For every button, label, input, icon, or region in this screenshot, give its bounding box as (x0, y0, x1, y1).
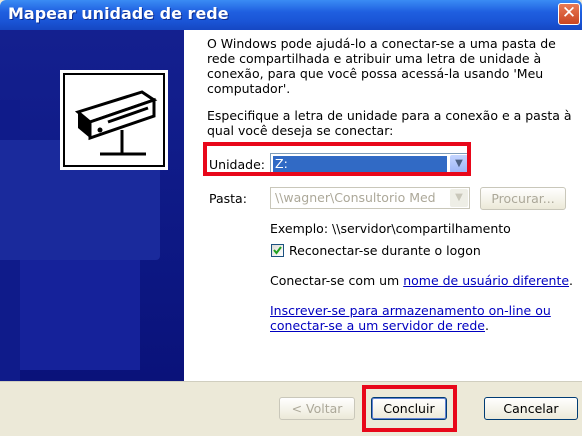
reconnect-label[interactable]: Reconectar-se durante o logon (289, 243, 481, 258)
checkmark-icon (273, 246, 282, 255)
connect-as-prefix: Conectar-se com um (270, 273, 404, 288)
intro-text-line: O Windows pode ajudá-lo a conectar-se a … (207, 36, 556, 51)
instruction-text-line: qual você deseja se conectar: (207, 123, 394, 138)
browse-button[interactable]: Procurar... (480, 187, 566, 210)
folder-combo[interactable]: \\wagner\Consultorio Med ▼ (270, 187, 470, 209)
connect-as-suffix: . (569, 273, 574, 288)
signup-suffix: . (484, 318, 489, 333)
close-icon: ✕ (561, 3, 577, 23)
wizard-content: O Windows pode ajudá-lo a conectar-se a … (184, 30, 582, 381)
chevron-down-icon[interactable]: ▼ (450, 189, 468, 207)
signup-link-line[interactable]: Inscrever-se para armazenamento on-line … (270, 303, 551, 318)
finish-highlight-box (362, 385, 457, 432)
panel-decoration (20, 260, 140, 370)
intro-text-line: computador'. (207, 81, 291, 96)
signup-link[interactable]: conectar-se a um servidor de rede (270, 318, 485, 333)
back-button[interactable]: < Voltar (279, 397, 355, 420)
signup-link[interactable]: Inscrever-se para armazenamento on-line … (270, 303, 551, 318)
window-title: Mapear unidade de rede (8, 4, 229, 23)
example-text: Exemplo: \\servidor\compartilhamento (270, 221, 511, 236)
connect-as-text: Conectar-se com um nome de usuário difer… (270, 273, 573, 288)
wizard-side-panel (0, 30, 184, 381)
reconnect-checkbox[interactable] (271, 244, 284, 257)
drive-highlight-box (203, 142, 471, 176)
folder-combo-value: \\wagner\Consultorio Med (275, 190, 436, 205)
intro-text-line: conexão, para que você possa acessá-la u… (207, 66, 544, 81)
folder-label: Pasta: (209, 191, 247, 206)
network-drive-icon (60, 70, 168, 170)
close-button[interactable]: ✕ (558, 3, 580, 25)
different-user-link[interactable]: nome de usuário diferente (403, 273, 569, 288)
instruction-text-line: Especifique a letra de unidade para a co… (207, 108, 572, 123)
intro-text-line: rede compartilhada e atribuir uma letra … (207, 51, 542, 66)
cancel-button[interactable]: Cancelar (484, 397, 578, 420)
signup-link-line[interactable]: conectar-se a um servidor de rede. (270, 318, 489, 333)
title-bar[interactable]: Mapear unidade de rede ✕ (0, 0, 582, 30)
